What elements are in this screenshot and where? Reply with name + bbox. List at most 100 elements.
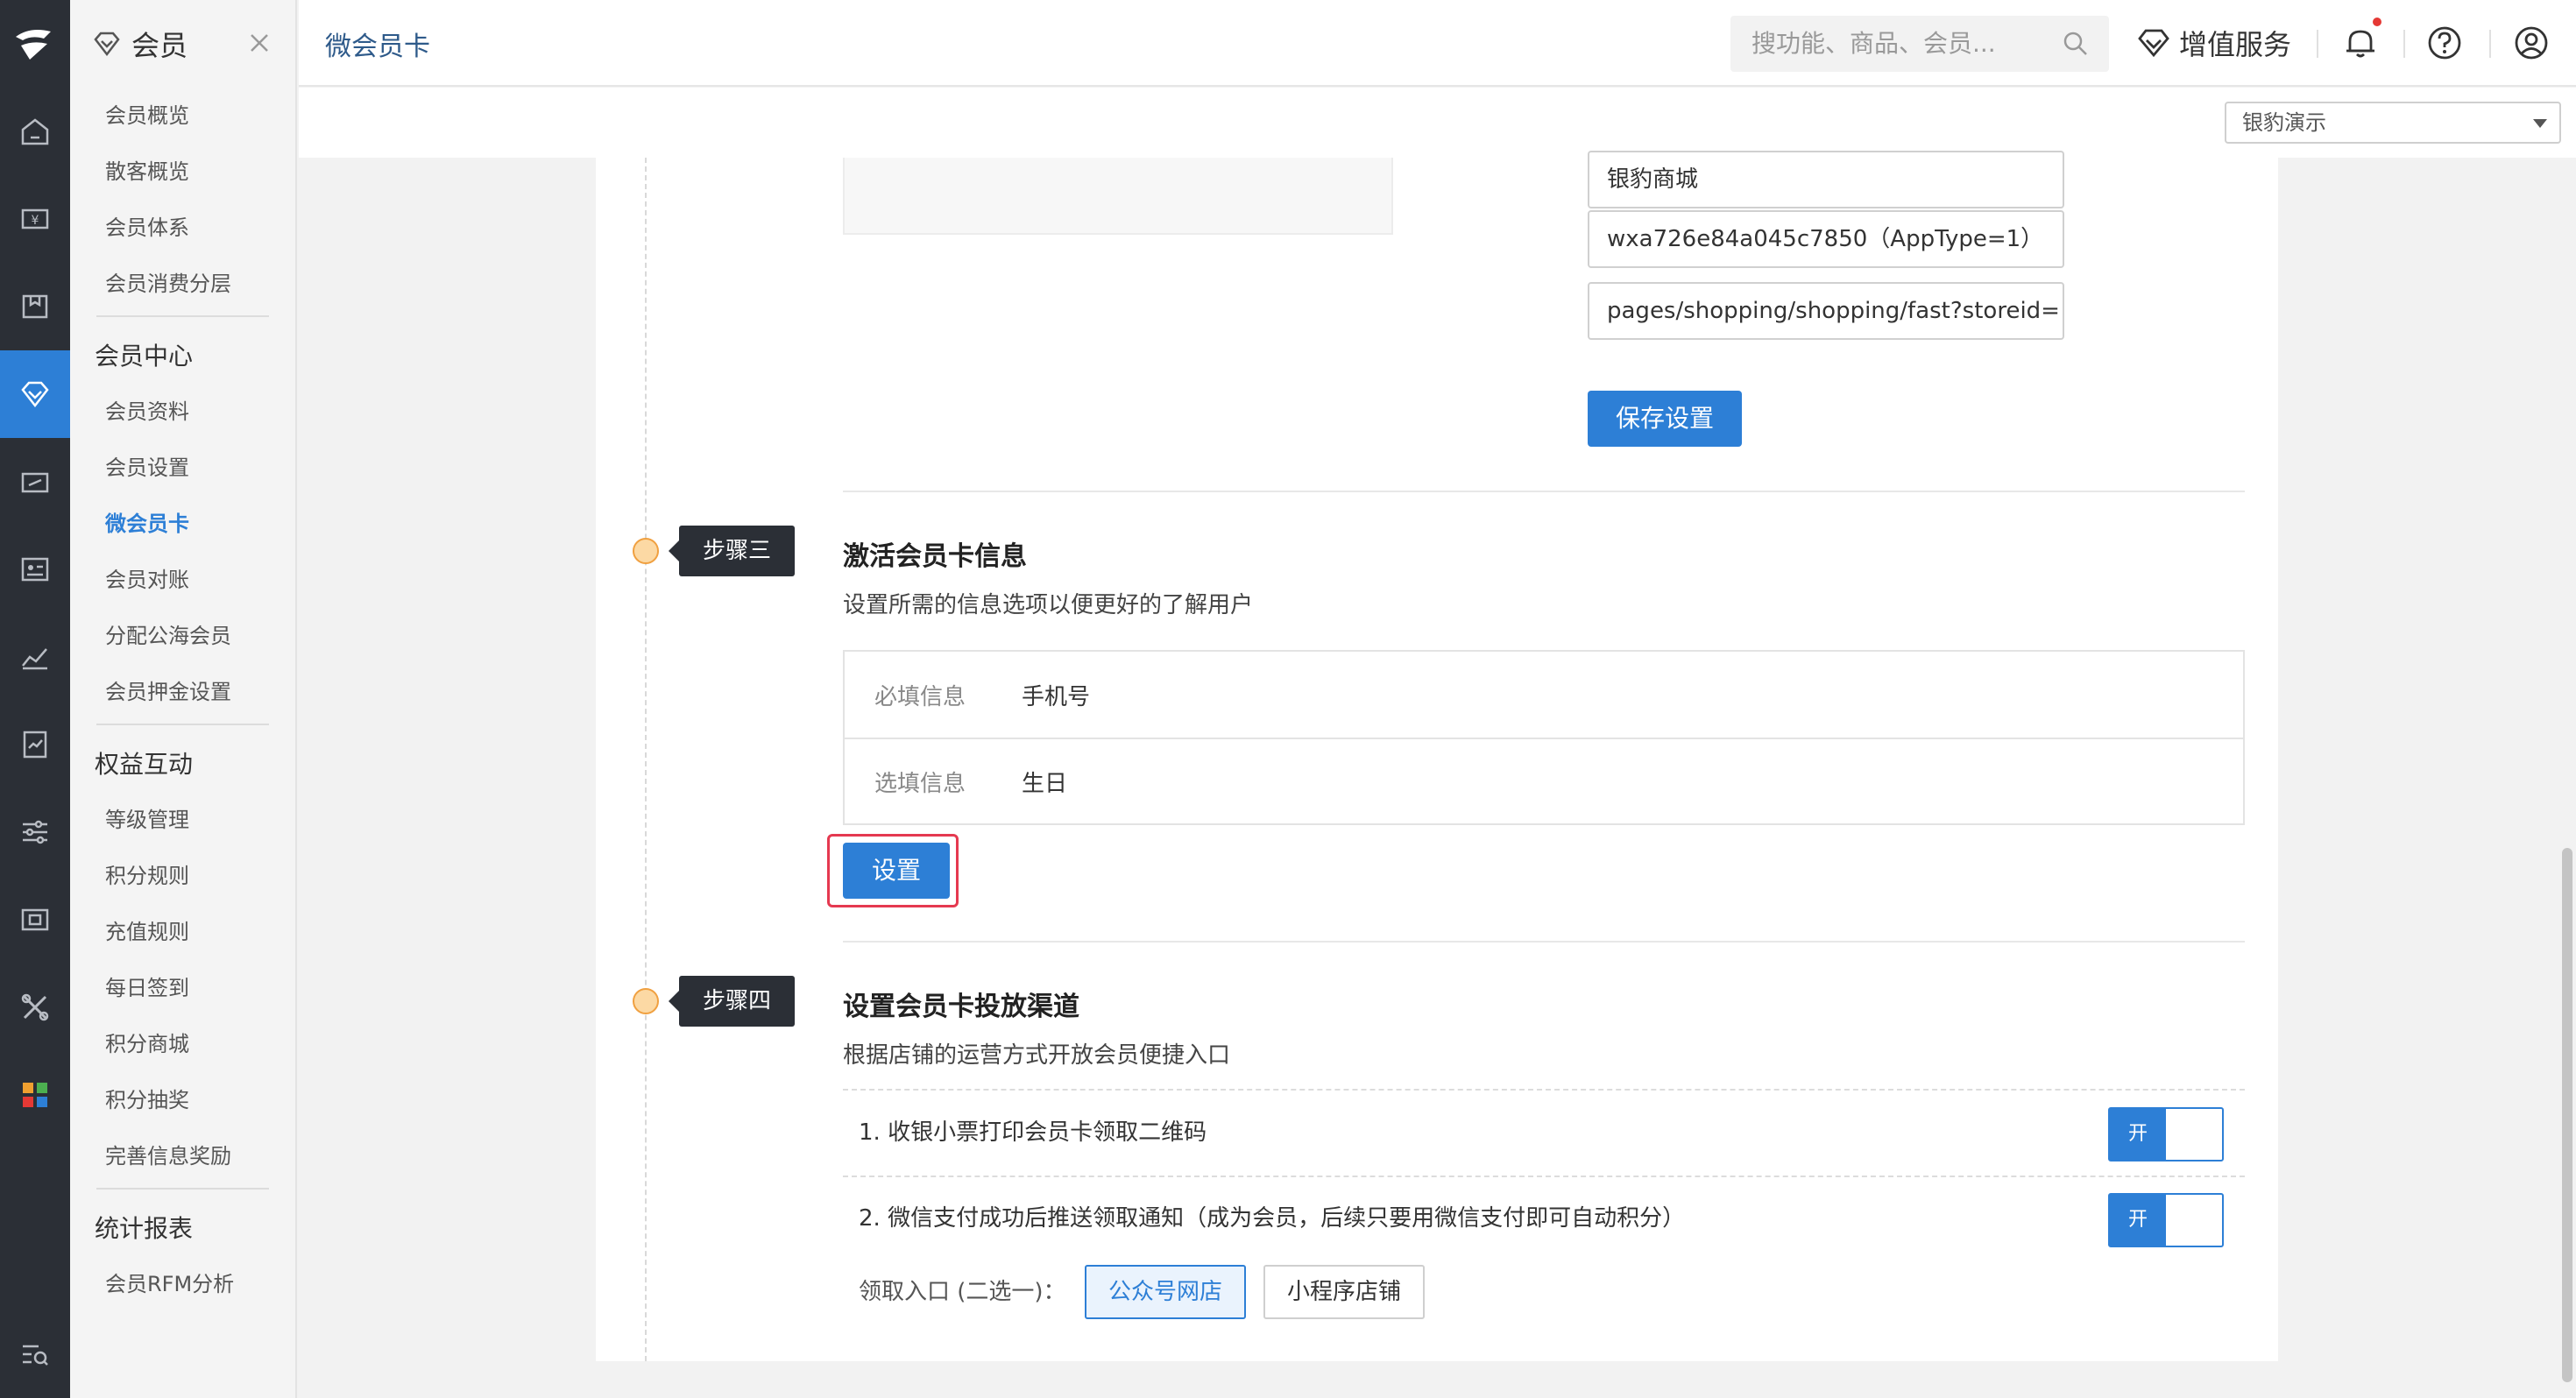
sidebar-item-assign-pool[interactable]: 分配公海会员 [70, 608, 295, 664]
sidebar-title: 会员 [131, 29, 188, 62]
diamond-icon [94, 32, 120, 57]
sidebar-item-points-lottery[interactable]: 积分抽奖 [70, 1072, 295, 1128]
sidebar-item-member-overview[interactable]: 会员概览 [70, 88, 295, 144]
bell-icon[interactable] [2342, 25, 2379, 61]
settings-sliders-icon[interactable] [0, 788, 70, 876]
sidebar-item-deposit-settings[interactable]: 会员押金设置 [70, 664, 295, 720]
search-placeholder: 搜功能、商品、会员... [1752, 29, 1996, 58]
section-divider [843, 491, 2245, 492]
chevron-down-icon [2533, 119, 2547, 128]
sidebar-divider [96, 1188, 269, 1190]
sidebar-group-member-center: 会员中心 [95, 342, 194, 371]
sidebar-item-rfm-analysis[interactable]: 会员RFM分析 [70, 1256, 295, 1312]
step-dot [633, 988, 659, 1014]
dashed-divider [843, 1089, 2245, 1091]
mini-program-appid-field[interactable]: wxa726e84a045c7850（AppType=1） [1588, 210, 2064, 268]
header-divider [2489, 30, 2491, 58]
optional-info-label: 选填信息 [874, 770, 966, 797]
card-preview [843, 158, 1393, 235]
scrollbar-thumb[interactable] [2562, 848, 2572, 1382]
entry-option-mini-program[interactable]: 小程序店铺 [1263, 1265, 1425, 1319]
toggle-on-label: 开 [2110, 1109, 2166, 1160]
required-info-label: 必填信息 [874, 683, 966, 710]
optional-info-value: 生日 [1022, 770, 1068, 797]
analytics-icon[interactable] [0, 613, 70, 701]
wechat-card-settings: 银豹商城 wxa726e84a045c7850（AppType=1） pages… [596, 151, 2278, 1361]
cashier-icon[interactable]: ¥ [0, 175, 70, 263]
menu-search-icon[interactable] [0, 1310, 70, 1398]
help-icon[interactable] [2426, 25, 2463, 61]
required-info-row: 必填信息 手机号 [845, 652, 2243, 738]
wechat-pay-notify-toggle[interactable]: 开 [2108, 1193, 2224, 1247]
sidebar-divider [96, 724, 269, 725]
app-rail: ¥ [0, 0, 70, 1398]
svg-text:¥: ¥ [32, 214, 39, 228]
sidebar-item-consumption-tier[interactable]: 会员消费分层 [70, 256, 295, 312]
step-four-tag: 步骤四 [669, 976, 795, 1027]
member-sidebar: 会员 会员概览 散客概览 会员体系 会员消费分层 会员中心 会员资料 会员设置 … [70, 0, 297, 1398]
value-added-label: 增值服务 [2179, 28, 2292, 61]
step-timeline [645, 158, 647, 1361]
sidebar-item-level-management[interactable]: 等级管理 [70, 792, 295, 848]
brand-logo[interactable] [0, 0, 70, 88]
tools-icon[interactable] [0, 964, 70, 1051]
breadcrumb: 微会员卡 [325, 32, 430, 62]
marketing-icon[interactable] [0, 438, 70, 526]
channel-wechat-pay-notify: 2. 微信支付成功后推送领取通知（成为会员，后续只要用微信支付即可自动积分） [859, 1205, 1686, 1232]
sidebar-item-wechat-card[interactable]: 微会员卡 [70, 496, 295, 552]
report-icon[interactable] [0, 701, 70, 788]
app-grid-icon[interactable] [0, 1051, 70, 1139]
activate-card-desc: 设置所需的信息选项以便更好的了解用户 [843, 592, 1254, 618]
sidebar-item-points-mall[interactable]: 积分商城 [70, 1016, 295, 1072]
distribution-channel-title: 设置会员卡投放渠道 [843, 992, 1079, 1022]
distribution-channel-desc: 根据店铺的运营方式开放会员便捷入口 [843, 1042, 1231, 1069]
activate-card-title: 激活会员卡信息 [843, 541, 1027, 572]
step-three-tag: 步骤三 [669, 526, 795, 576]
toggle-on-label: 开 [2110, 1195, 2166, 1246]
sidebar-group-rights: 权益互动 [95, 750, 194, 779]
entry-label: 领取入口 (二选一)： [859, 1279, 1066, 1305]
member-diamond-icon[interactable] [0, 350, 70, 438]
diamond-icon [2138, 29, 2169, 58]
optional-info-row: 选填信息 生日 [845, 738, 2243, 823]
mini-program-name-field[interactable]: 银豹商城 [1588, 151, 2064, 208]
mini-program-path-field[interactable]: pages/shopping/shopping/fast?storeid={st… [1588, 282, 2064, 340]
notification-dot [2373, 18, 2381, 26]
sidebar-item-profile-reward[interactable]: 完善信息奖励 [70, 1128, 295, 1184]
top-header: 微会员卡 搜功能、商品、会员... 增值服务 [299, 0, 2576, 87]
home-icon[interactable] [0, 88, 70, 175]
receipt-qrcode-toggle[interactable]: 开 [2108, 1107, 2224, 1161]
entry-option-official-account[interactable]: 公众号网店 [1085, 1265, 1246, 1319]
sidebar-item-recharge-rules[interactable]: 充值规则 [70, 904, 295, 960]
channel-receipt-qrcode: 1. 收银小票打印会员卡领取二维码 [859, 1119, 1207, 1146]
section-divider [843, 941, 2245, 943]
search-icon[interactable] [2062, 30, 2090, 58]
member-info-table: 必填信息 手机号 选填信息 生日 [843, 650, 2245, 825]
set-info-button[interactable]: 设置 [843, 843, 950, 899]
sidebar-item-member-profile[interactable]: 会员资料 [70, 384, 295, 440]
step-dot [633, 538, 659, 564]
search-input[interactable]: 搜功能、商品、会员... [1730, 16, 2109, 72]
store-bar: 银豹演示 [299, 88, 2576, 158]
required-info-value: 手机号 [1022, 683, 1091, 710]
sidebar-divider [96, 315, 269, 317]
sidebar-item-points-rules[interactable]: 积分规则 [70, 848, 295, 904]
user-icon[interactable] [2513, 25, 2550, 61]
sidebar-item-guest-overview[interactable]: 散客概览 [70, 144, 295, 200]
sidebar-item-daily-checkin[interactable]: 每日签到 [70, 960, 295, 1016]
header-divider [2317, 30, 2318, 58]
store-select-value: 银豹演示 [2242, 110, 2326, 135]
sidebar-item-reconciliation[interactable]: 会员对账 [70, 552, 295, 608]
sidebar-header: 会员 [70, 0, 295, 88]
device-icon[interactable] [0, 876, 70, 964]
staff-card-icon[interactable] [0, 526, 70, 613]
sidebar-group-stats: 统计报表 [95, 1214, 194, 1243]
store-select[interactable]: 银豹演示 [2225, 102, 2561, 144]
header-divider [2403, 30, 2405, 58]
goods-icon[interactable] [0, 263, 70, 350]
value-added-services[interactable]: 增值服务 [2137, 23, 2291, 63]
sidebar-item-member-settings[interactable]: 会员设置 [70, 440, 295, 496]
sidebar-item-member-system[interactable]: 会员体系 [70, 200, 295, 256]
save-settings-button[interactable]: 保存设置 [1588, 391, 1742, 447]
close-icon[interactable] [246, 30, 272, 56]
